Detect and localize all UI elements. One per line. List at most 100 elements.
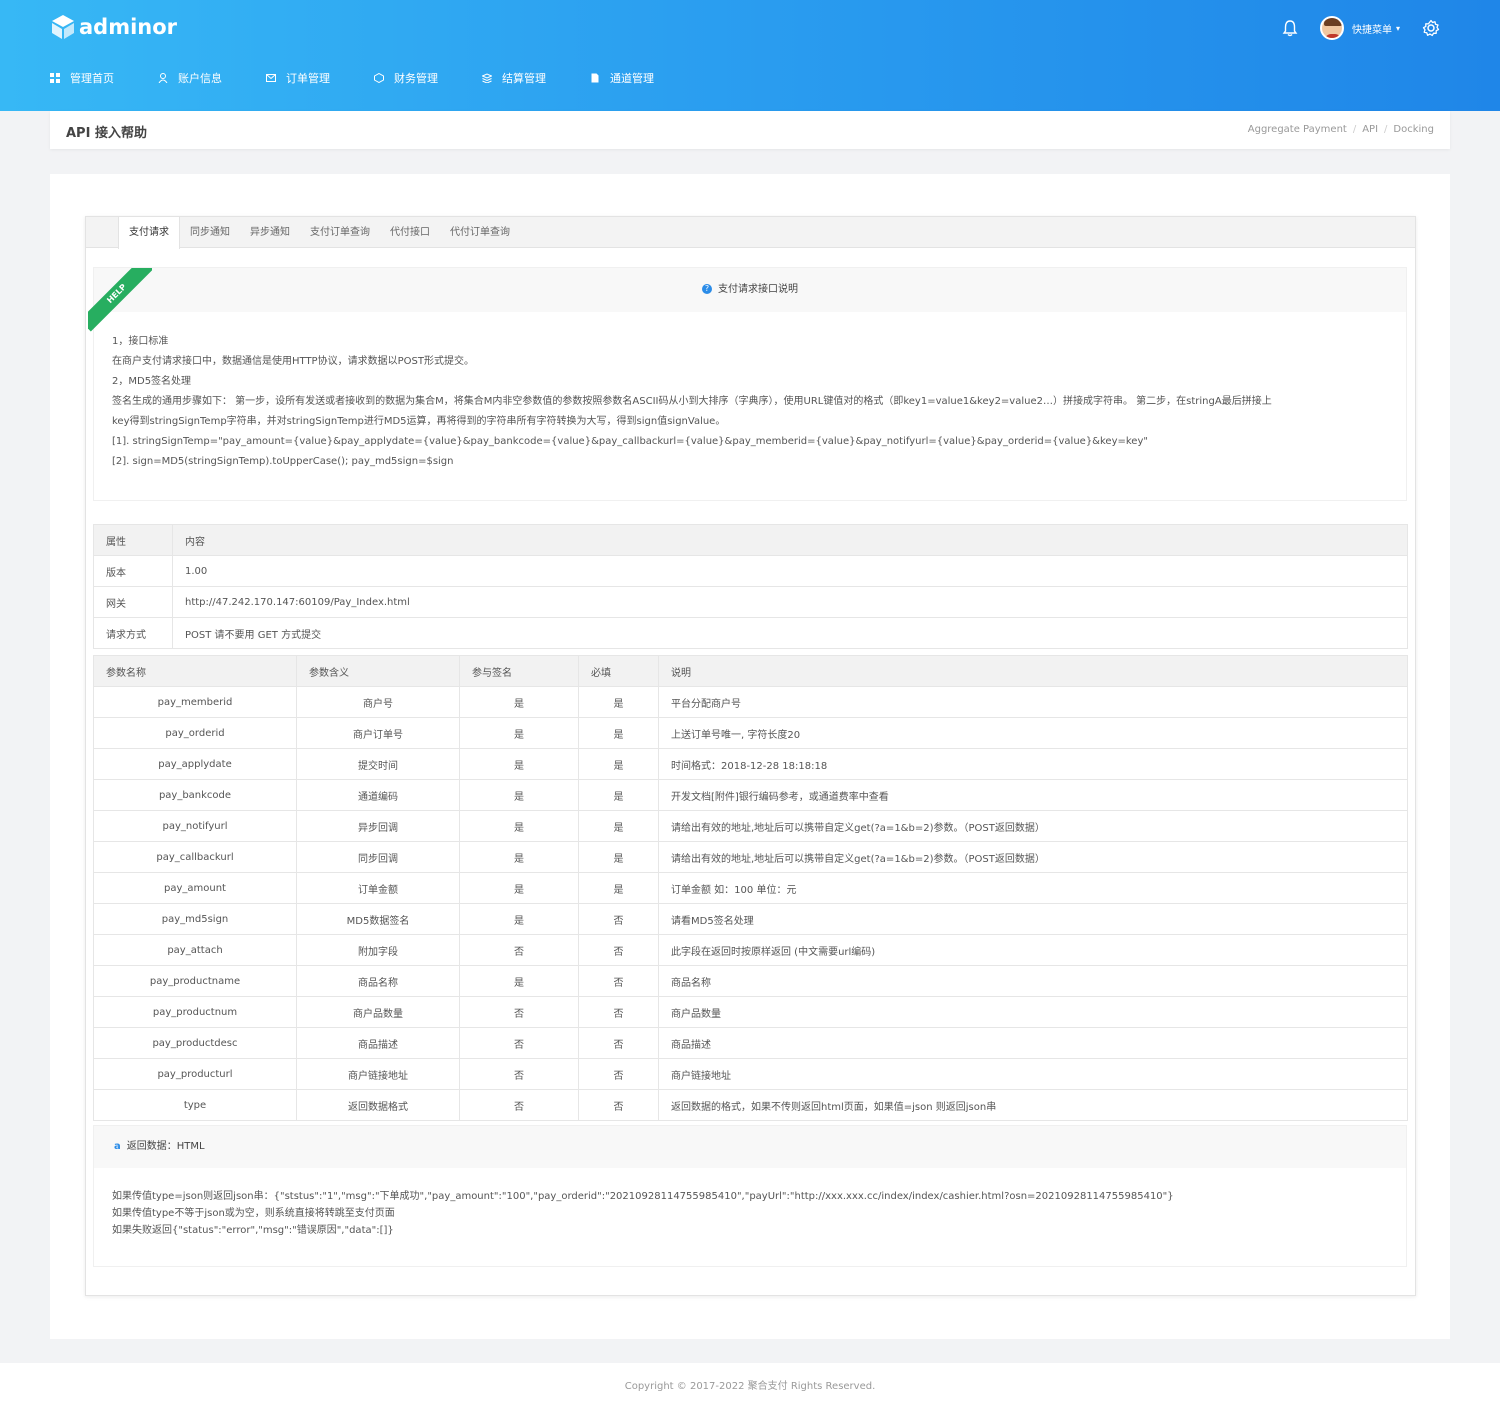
nav-item-account[interactable]: 账户信息 bbox=[158, 70, 222, 86]
table-cell: 是 bbox=[578, 748, 659, 780]
help-heading: ? 支付请求接口说明 bbox=[94, 268, 1406, 312]
tab-sync-notify[interactable]: 同步通知 bbox=[180, 217, 240, 248]
param-table-body: pay_memberid 商户号是是平台分配商户号 pay_orderid 商户订单号… bbox=[93, 686, 1408, 1121]
param-desc-cell: 商品名称 bbox=[658, 965, 1408, 997]
param-name-cell: pay_memberid bbox=[93, 686, 297, 718]
table-row: type 返回数据格式否否返回数据的格式，如果不传则返回html页面，如果值=js… bbox=[93, 1089, 1408, 1121]
nav-item-dashboard[interactable]: 管理首页 bbox=[50, 70, 114, 86]
page-header: API 接入帮助 Aggregate Payment / API / Docki… bbox=[50, 111, 1450, 149]
table-cell: 同步回调 bbox=[296, 841, 460, 873]
param-desc-cell: 请给出有效的地址,地址后可以携带自定义get(?a=1&b=2)参数。（POST… bbox=[658, 841, 1408, 873]
table-row: pay_md5sign MD5数据签名是否请看MD5签名处理 bbox=[93, 903, 1408, 935]
tab-pay-request[interactable]: 支付请求 bbox=[118, 217, 180, 249]
table-cell: 否 bbox=[578, 934, 659, 966]
table-cell: 是 bbox=[459, 841, 579, 873]
table-cell: 异步回调 bbox=[296, 810, 460, 842]
table-row: pay_orderid 商户订单号是是上送订单号唯一, 字符长度20 bbox=[93, 717, 1408, 749]
help-line: 2，MD5签名处理 bbox=[112, 376, 192, 387]
param-desc-cell: 上送订单号唯一, 字符长度20 bbox=[658, 717, 1408, 749]
table-cell: 商户品数量 bbox=[296, 996, 460, 1028]
param-desc-cell: 返回数据的格式，如果不传则返回html页面，如果值=json 则返回json串 bbox=[658, 1089, 1408, 1121]
help-line: key得到stringSignTemp字符串，并对stringSignTemp进… bbox=[112, 416, 726, 427]
param-desc-cell: 商品描述 bbox=[658, 1027, 1408, 1059]
brand-name: adminor bbox=[79, 15, 178, 39]
table-row: 请求方式 POST 请不要用 GET 方式提交 bbox=[93, 617, 1408, 649]
table-cell: MD5数据签名 bbox=[296, 903, 460, 935]
table-row: 版本 1.00 bbox=[93, 555, 1408, 587]
table-header-cell: 参与签名 bbox=[459, 655, 579, 687]
param-desc-cell: 时间格式：2018-12-28 18:18:18 bbox=[658, 748, 1408, 780]
bell-icon[interactable] bbox=[1282, 19, 1298, 37]
table-cell: 是 bbox=[459, 810, 579, 842]
help-body: 1，接口标准 在商户支付请求接口中，数据通信是使用HTTP协议，请求数据以POS… bbox=[94, 312, 1406, 492]
param-name-cell: pay_productnum bbox=[93, 996, 297, 1028]
chevron-down-icon: ▾ bbox=[1395, 23, 1400, 33]
table-header-cell: 内容 bbox=[172, 524, 1408, 556]
table-cell: 商品名称 bbox=[296, 965, 460, 997]
param-name-cell: pay_productdesc bbox=[93, 1027, 297, 1059]
nav-item-finance[interactable]: 财务管理 bbox=[374, 70, 438, 86]
copyright-text: Copyright © 2017-2022 聚合支付 Rights Reserv… bbox=[624, 1381, 876, 1392]
question-icon: ? bbox=[702, 284, 712, 294]
return-heading: a 返回数据：HTML bbox=[94, 1126, 1406, 1168]
table-cell: 是 bbox=[578, 810, 659, 842]
table-row: pay_applydate 提交时间是是时间格式：2018-12-28 18:18… bbox=[93, 748, 1408, 780]
table-header-cell: 属性 bbox=[93, 524, 173, 556]
user-menu[interactable]: 快捷菜单 ▾ bbox=[1319, 16, 1400, 40]
return-line: 如果传值type=json则返回json串：{"ststus":"1","msg… bbox=[112, 1191, 1174, 1202]
table-cell: 通道编码 bbox=[296, 779, 460, 811]
param-name-cell: pay_md5sign bbox=[93, 903, 297, 935]
breadcrumb: Aggregate Payment / API / Docking bbox=[1248, 124, 1434, 135]
breadcrumb-item[interactable]: API bbox=[1362, 124, 1378, 135]
table-cell: 附加字段 bbox=[296, 934, 460, 966]
cube-logo-icon bbox=[52, 15, 74, 39]
table-cell: 否 bbox=[459, 1089, 579, 1121]
table-cell: 请求方式 bbox=[93, 617, 173, 649]
table-cell: 商户订单号 bbox=[296, 717, 460, 749]
table-cell: 否 bbox=[459, 934, 579, 966]
gear-icon[interactable] bbox=[1422, 19, 1440, 37]
table-header-cell: 必填 bbox=[578, 655, 659, 687]
param-desc-cell: 请看MD5签名处理 bbox=[658, 903, 1408, 935]
return-line: 如果传值type不等于json或为空，则系统直接将转跳至支付页面 bbox=[112, 1208, 395, 1219]
tab-order-query[interactable]: 支付订单查询 bbox=[300, 217, 380, 248]
table-header-row: 属性 内容 bbox=[93, 524, 1408, 556]
nav-item-channels[interactable]: 通道管理 bbox=[590, 70, 654, 86]
nav-item-settlement[interactable]: 结算管理 bbox=[482, 70, 546, 86]
help-ribbon-label: HELP bbox=[88, 268, 152, 332]
nav-label: 账户信息 bbox=[178, 72, 222, 85]
return-body: 如果传值type=json则返回json串：{"ststus":"1","msg… bbox=[94, 1168, 1406, 1259]
breadcrumb-separator: / bbox=[1384, 124, 1388, 135]
param-desc-cell: 订单金额 如：100 单位：元 bbox=[658, 872, 1408, 904]
param-name-cell: pay_attach bbox=[93, 934, 297, 966]
table-cell: 是 bbox=[578, 841, 659, 873]
brand-logo[interactable]: adminor bbox=[50, 14, 177, 40]
help-line: 签名生成的通用步骤如下： 第一步，设所有发送或者接收到的数据为集合M，将集合M内… bbox=[112, 396, 1272, 407]
tab-async-notify[interactable]: 异步通知 bbox=[240, 217, 300, 248]
table-cell: 否 bbox=[578, 996, 659, 1028]
table-row: pay_memberid 商户号是是平台分配商户号 bbox=[93, 686, 1408, 718]
param-desc-cell: 请给出有效的地址,地址后可以携带自定义get(?a=1&b=2)参数。（POST… bbox=[658, 810, 1408, 842]
layers-icon bbox=[482, 73, 492, 83]
param-name-cell: pay_amount bbox=[93, 872, 297, 904]
help-line: [1]. stringSignTemp="pay_amount={value}&… bbox=[112, 436, 1148, 447]
table-row: pay_bankcode 通道编码是是开发文档[附件]银行编码参考，或通道费率中查… bbox=[93, 779, 1408, 811]
nav-label: 结算管理 bbox=[502, 72, 546, 85]
tab-payout-api[interactable]: 代付接口 bbox=[380, 217, 440, 248]
table-cell: 1.00 bbox=[172, 555, 1408, 587]
page-title: API 接入帮助 bbox=[66, 126, 147, 141]
table-cell: 是 bbox=[459, 872, 579, 904]
table-cell: 否 bbox=[578, 903, 659, 935]
table-header-cell: 参数名称 bbox=[93, 655, 297, 687]
return-line: 如果失败返回{"status":"error","msg":"错误原因","da… bbox=[112, 1225, 394, 1236]
table-row: pay_productnum 商户品数量否否商户品数量 bbox=[93, 996, 1408, 1028]
table-row: 网关 http://47.242.170.147:60109/Pay_Index… bbox=[93, 586, 1408, 618]
nav-label: 财务管理 bbox=[394, 72, 438, 85]
nav-label: 通道管理 bbox=[610, 72, 654, 85]
tab-payout-query[interactable]: 代付订单查询 bbox=[440, 217, 520, 248]
nav-item-orders[interactable]: 订单管理 bbox=[266, 70, 330, 86]
breadcrumb-item[interactable]: Aggregate Payment bbox=[1248, 124, 1347, 135]
table-cell: 版本 bbox=[93, 555, 173, 587]
table-cell: 是 bbox=[578, 686, 659, 718]
param-table: 参数名称 参数含义 参与签名 必填 说明 pay_memberid 商户号是是平台… bbox=[93, 655, 1408, 1121]
